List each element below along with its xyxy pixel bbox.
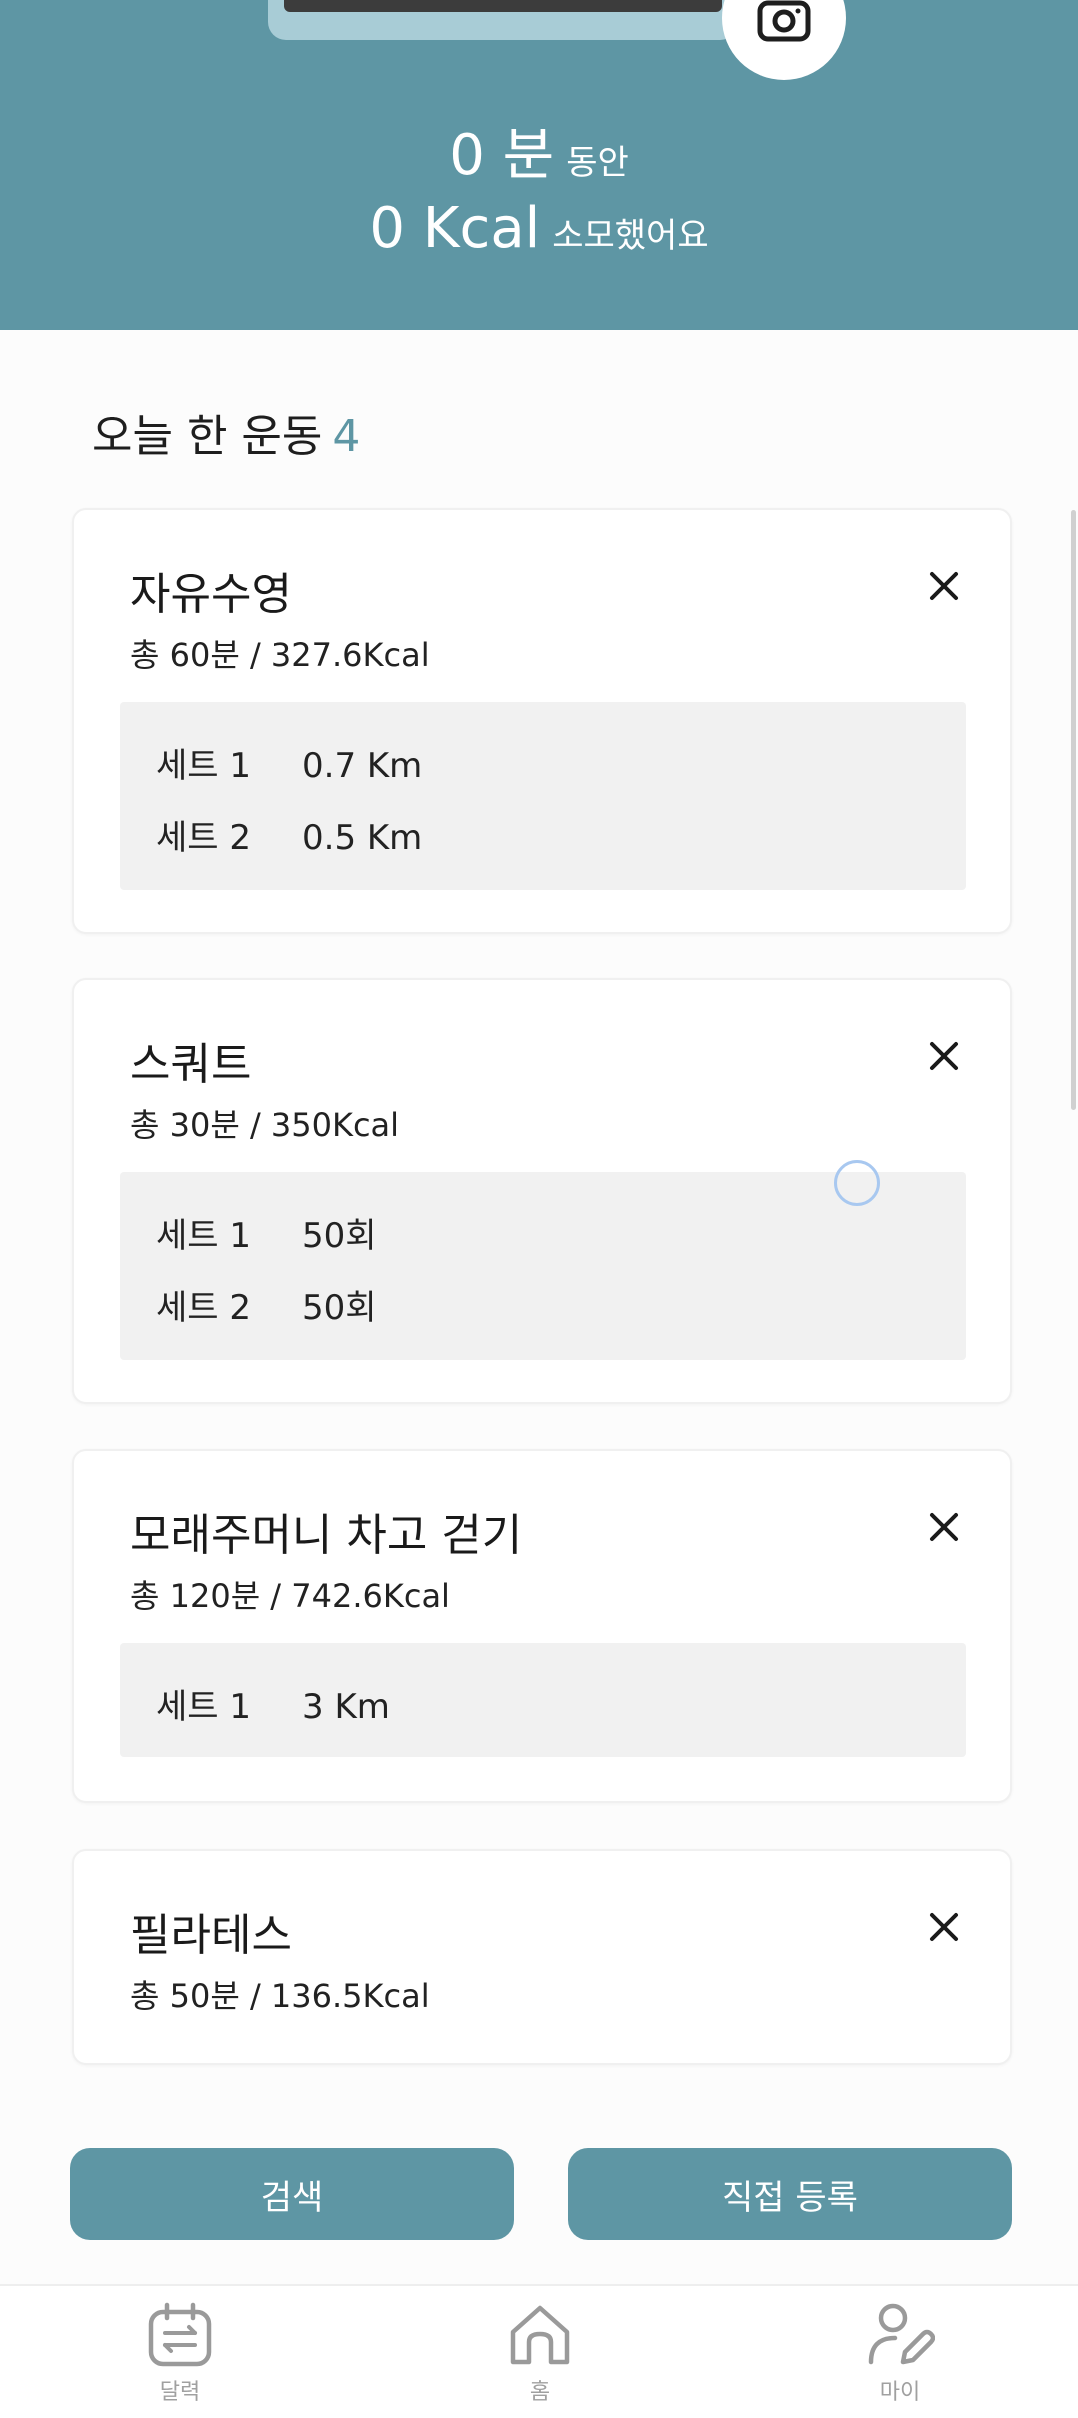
nav-item-calendar[interactable]: 달력	[120, 2300, 240, 2406]
nav-item-home[interactable]: 홈	[480, 2300, 600, 2406]
close-icon[interactable]	[926, 1038, 962, 1074]
set-value: 50회	[302, 1216, 377, 1256]
calendar-icon	[148, 2302, 212, 2367]
set-value: 3 Km	[302, 1687, 390, 1727]
camera-icon	[757, 0, 811, 42]
register-button[interactable]: 직접 등록	[568, 2148, 1012, 2240]
user-edit-icon	[868, 2303, 935, 2365]
workout-card[interactable]: 필라테스 총 50분 / 136.5Kcal	[72, 1849, 1012, 2065]
set-label: 세트 1	[156, 1216, 251, 1256]
nav-label: 홈	[529, 2380, 551, 2405]
photo-frame[interactable]	[268, 0, 738, 40]
set-row: 세트 1 50회	[156, 1208, 377, 1257]
set-label: 세트 2	[156, 1288, 251, 1328]
summary-header: 0 분 동안 0 Kcal 소모했어요	[0, 0, 1078, 330]
nav-label: 달력	[159, 2380, 201, 2405]
kcal-stat: 0 Kcal 소모했어요	[0, 196, 1078, 261]
section-title: 오늘 한 운동 4	[92, 400, 360, 464]
minutes-suffix: 동안	[566, 143, 629, 183]
set-row: 세트 1 3 Km	[156, 1679, 390, 1728]
close-icon[interactable]	[926, 568, 962, 604]
set-label: 세트 2	[156, 818, 251, 858]
workout-card[interactable]: 모래주머니 차고 걷기 총 120분 / 742.6Kcal 세트 1 3 Km	[72, 1449, 1012, 1803]
workout-name: 자유수영	[130, 569, 292, 620]
sets-box: 세트 1 50회 세트 2 50회	[120, 1172, 966, 1360]
search-button[interactable]: 검색	[70, 2148, 514, 2240]
close-icon[interactable]	[926, 1909, 962, 1945]
close-icon[interactable]	[926, 1509, 962, 1545]
camera-button[interactable]	[722, 0, 846, 80]
workout-name: 모래주머니 차고 걷기	[130, 1510, 523, 1561]
sets-box: 세트 1 0.7 Km 세트 2 0.5 Km	[120, 702, 966, 890]
photo-image	[284, 0, 722, 12]
sets-box: 세트 1 3 Km	[120, 1643, 966, 1757]
workout-summary: 총 120분 / 742.6Kcal	[130, 1577, 450, 1615]
set-value: 50회	[302, 1288, 377, 1328]
set-row: 세트 2 50회	[156, 1280, 377, 1329]
workout-count: 4	[332, 411, 361, 462]
set-row: 세트 2 0.5 Km	[156, 810, 422, 859]
workout-summary: 총 60분 / 327.6Kcal	[130, 636, 430, 674]
workout-name: 스쿼트	[130, 1039, 252, 1090]
home-icon	[510, 2305, 570, 2365]
nav-label: 마이	[879, 2380, 921, 2405]
workout-summary: 총 30분 / 350Kcal	[130, 1106, 400, 1144]
minutes-value: 0 분	[449, 123, 555, 188]
set-value: 0.5 Km	[302, 818, 423, 858]
set-row: 세트 1 0.7 Km	[156, 738, 422, 787]
touch-indicator	[834, 1160, 880, 1206]
bottom-nav: 달력 홈 마이	[0, 2284, 1078, 2418]
workout-card[interactable]: 자유수영 총 60분 / 327.6Kcal 세트 1 0.7 Km 세트 2 0.…	[72, 508, 1012, 934]
minutes-stat: 0 분 동안	[0, 110, 1078, 191]
section-title-text: 오늘 한 운동	[92, 411, 323, 462]
kcal-value: 0 Kcal	[369, 196, 541, 261]
workout-summary: 총 50분 / 136.5Kcal	[130, 1977, 430, 2015]
workout-name: 필라테스	[130, 1910, 292, 1961]
set-label: 세트 1	[156, 746, 251, 786]
kcal-suffix: 소모했어요	[552, 216, 709, 256]
set-label: 세트 1	[156, 1687, 251, 1727]
scrollbar[interactable]	[1071, 510, 1076, 1110]
nav-item-my[interactable]: 마이	[840, 2300, 960, 2406]
set-value: 0.7 Km	[302, 746, 423, 786]
